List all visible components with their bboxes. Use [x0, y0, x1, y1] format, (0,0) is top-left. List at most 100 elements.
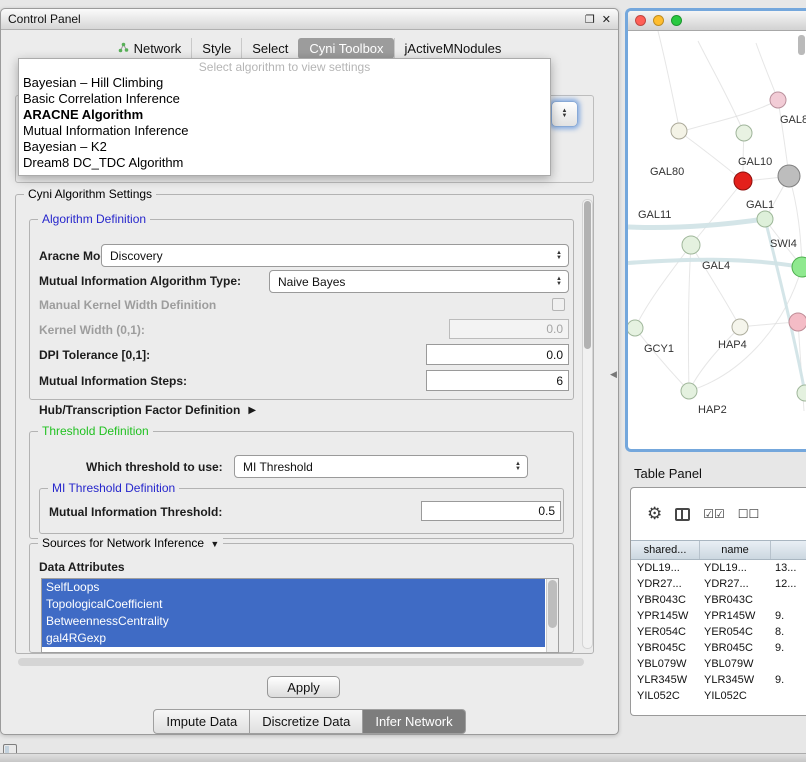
algorithm-option-bayesian-hill-climbing[interactable]: Bayesian – Hill Climbing — [19, 75, 550, 91]
dpi-tolerance-value: 0.0 — [546, 348, 563, 362]
network-node[interactable] — [757, 211, 773, 227]
network-node[interactable] — [778, 165, 800, 187]
network-edge — [680, 132, 743, 181]
network-node[interactable] — [671, 123, 687, 139]
float-window-icon[interactable]: ❐ — [585, 13, 595, 26]
algorithm-option-aracne-algorithm[interactable]: ARACNE Algorithm — [19, 107, 550, 123]
table-column-header[interactable] — [771, 541, 806, 559]
bottom-tab-impute-data[interactable]: Impute Data — [153, 709, 250, 734]
network-edge — [635, 245, 691, 328]
tab-network[interactable]: Network — [108, 38, 192, 59]
network-canvas[interactable]: GAL8GAL80GAL10GAL11GAL1SWI4GAL4GCY1HAP4H… — [628, 31, 806, 451]
algorithm-option-mutual-information-inference[interactable]: Mutual Information Inference — [19, 123, 550, 139]
network-node[interactable] — [682, 236, 700, 254]
bottom-tab-discretize-data[interactable]: Discretize Data — [250, 709, 363, 734]
table-row[interactable]: YBR043CYBR043C — [631, 592, 806, 608]
mi-steps-field[interactable]: 6 — [426, 370, 569, 391]
network-node[interactable] — [797, 385, 806, 401]
columns-icon[interactable] — [675, 508, 690, 521]
algorithm-option-basic-correlation-inference[interactable]: Basic Correlation Inference — [19, 91, 550, 107]
table-row[interactable]: YDL19...YDL19...13... — [631, 560, 806, 576]
sources-title[interactable]: Sources for Network Inference ▼ — [38, 536, 223, 550]
network-node-label: GAL80 — [650, 166, 684, 178]
kernel-width-field[interactable]: 0.0 — [449, 319, 569, 339]
table-panel-title: Table Panel — [634, 466, 702, 481]
attribute-item-betweennesscentrality[interactable]: BetweennessCentrality — [42, 613, 545, 630]
gear-icon[interactable]: ⚙ — [647, 504, 662, 524]
minimize-window-icon[interactable] — [653, 15, 664, 26]
control-panel-titlebar[interactable]: Control Panel ❐ ✕ — [1, 9, 618, 30]
tab-cyni-toolbox[interactable]: Cyni Toolbox — [298, 38, 393, 59]
kernel-width-label: Kernel Width (0,1): — [39, 323, 145, 337]
algorithm-option-bayesian-k2[interactable]: Bayesian – K2 — [19, 139, 550, 155]
scrollbar-thumb[interactable] — [548, 580, 557, 628]
attribute-item-topologicalcoefficient[interactable]: TopologicalCoefficient — [42, 596, 545, 613]
checked-boxes-icon[interactable]: ☑☑ — [703, 507, 725, 521]
sources-title-text: Sources for Network Inference — [42, 536, 204, 550]
threshold-definition-title: Threshold Definition — [38, 424, 153, 438]
table-row[interactable]: YER054CYER054C8. — [631, 624, 806, 640]
close-panel-icon[interactable]: ✕ — [602, 13, 611, 26]
attribute-item-selfloops[interactable]: SelfLoops — [42, 579, 545, 596]
network-edge — [680, 100, 778, 132]
table-row[interactable]: YBR045CYBR045C9. — [631, 640, 806, 656]
network-node[interactable] — [628, 320, 643, 336]
network-edge — [658, 31, 680, 132]
table-column-header[interactable]: shared... — [631, 541, 700, 559]
which-threshold-select[interactable]: MI Threshold ▲▼ — [234, 455, 528, 478]
network-node-label: HAP4 — [718, 339, 747, 351]
table-row[interactable]: YBL079WYBL079W — [631, 656, 806, 672]
table-cell: YIL052C — [631, 690, 700, 702]
mi-type-select[interactable]: Naive Bayes ▲▼ — [269, 270, 569, 293]
network-node[interactable] — [789, 313, 806, 331]
attribute-item-gal4rgexp[interactable]: gal4RGexp — [42, 630, 545, 647]
network-view-window: GAL8GAL80GAL10GAL11GAL1SWI4GAL4GCY1HAP4H… — [625, 8, 806, 452]
tab-style[interactable]: Style — [191, 38, 241, 59]
network-node[interactable] — [770, 92, 786, 108]
manual-kernel-checkbox[interactable] — [552, 298, 565, 311]
network-node[interactable] — [736, 125, 752, 141]
network-node[interactable] — [681, 383, 697, 399]
data-attributes-list[interactable]: SelfLoopsTopologicalCoefficientBetweenne… — [41, 578, 559, 653]
network-node-label: GAL8 — [780, 114, 806, 126]
algorithm-dropdown-popup: Select algorithm to view settings Bayesi… — [18, 58, 551, 176]
aracne-mode-select[interactable]: Discovery ▲▼ — [101, 244, 569, 267]
control-panel-tab-bar: NetworkStyleSelectCyni ToolboxjActiveMNo… — [1, 36, 618, 60]
bottom-tab-infer-network[interactable]: Infer Network — [363, 709, 465, 734]
apply-button[interactable]: Apply — [267, 676, 340, 698]
network-node-label: GAL1 — [746, 199, 774, 211]
tab-jactivemnodules[interactable]: jActiveMNodules — [394, 38, 512, 59]
network-edge — [688, 245, 691, 391]
mi-threshold-field[interactable]: 0.5 — [421, 501, 561, 521]
kernel-width-value: 0.0 — [546, 322, 563, 336]
scrollbar-thumb[interactable] — [584, 201, 591, 349]
algorithm-combo-button[interactable]: ▲ ▼ — [551, 101, 578, 127]
network-node[interactable] — [792, 257, 806, 277]
close-window-icon[interactable] — [635, 15, 646, 26]
table-row[interactable]: YIL052CYIL052C — [631, 688, 806, 704]
mi-steps-label: Mutual Information Steps: — [39, 374, 187, 388]
hub-definition-expander[interactable]: Hub/Transcription Factor Definition ▶ — [39, 403, 256, 417]
table-row[interactable]: YLR345WYLR345W9. — [631, 672, 806, 688]
dpi-tolerance-field[interactable]: 0.0 — [426, 344, 569, 365]
table-row[interactable]: YDR27...YDR27...12... — [631, 576, 806, 592]
mi-type-value: Naive Bayes — [278, 275, 345, 289]
table-row[interactable]: YPR145WYPR145W9. — [631, 608, 806, 624]
unchecked-boxes-icon[interactable]: ☐☐ — [738, 507, 760, 521]
settings-horizontal-scrollbar[interactable] — [18, 658, 584, 666]
settings-scrollbar[interactable] — [582, 199, 593, 649]
table-cell: YPR145W — [700, 610, 771, 622]
table-column-header[interactable]: name — [700, 541, 771, 559]
mi-threshold-label: Mutual Information Threshold: — [49, 505, 222, 519]
algorithm-option-dream8-dc-tdc-algorithm[interactable]: Dream8 DC_TDC Algorithm — [19, 155, 550, 171]
network-node[interactable] — [732, 319, 748, 335]
network-scrollbar-thumb[interactable] — [798, 35, 805, 55]
network-window-titlebar[interactable] — [628, 11, 806, 31]
network-node[interactable] — [734, 172, 752, 190]
zoom-window-icon[interactable] — [671, 15, 682, 26]
tab-select[interactable]: Select — [241, 38, 298, 59]
panel-collapse-arrow-icon[interactable]: ◀ — [610, 369, 617, 380]
which-threshold-value: MI Threshold — [243, 460, 313, 474]
table-header-row[interactable]: shared...name — [631, 540, 806, 560]
attr-list-scrollbar[interactable] — [546, 579, 558, 652]
